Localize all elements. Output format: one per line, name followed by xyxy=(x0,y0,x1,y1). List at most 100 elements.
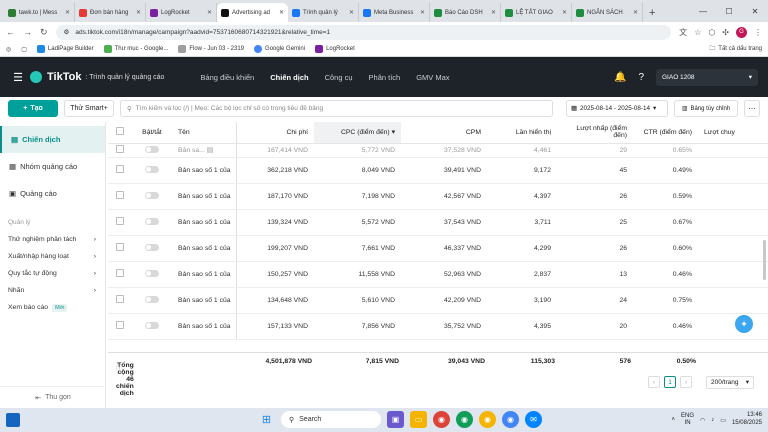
tray-chevron-icon[interactable]: ˄ xyxy=(672,417,676,423)
profile-avatar[interactable]: G xyxy=(736,26,747,38)
new-tab-icon[interactable]: + xyxy=(643,3,661,22)
forward-icon[interactable]: → xyxy=(23,27,32,37)
row-name[interactable]: Bản sao số 1 của xyxy=(172,235,237,262)
browser-tab[interactable]: tawk.to | Mess ✕ xyxy=(4,3,75,22)
url-field[interactable]: ⚙ ads.tiktok.com/i18n/manage/campaign?aa… xyxy=(55,24,672,40)
tab-close-icon[interactable]: ✕ xyxy=(207,9,212,16)
messenger-icon[interactable]: ✉ xyxy=(525,411,542,428)
bookmark-flow[interactable]: Flow - Jun 03 - 2319 xyxy=(178,45,244,53)
tab-close-icon[interactable]: ✕ xyxy=(65,9,70,16)
smart-plus-button[interactable]: Thử Smart+ xyxy=(64,100,114,117)
date-range-picker[interactable]: ▦ 2025-08-14 - 2025-08-14 ▾ xyxy=(566,100,668,117)
notification-bell-icon[interactable]: 🔔 xyxy=(614,72,626,83)
browser-tab[interactable]: Advertising ad ✕ xyxy=(217,3,288,22)
row-name[interactable]: Bản sao số 1 của xyxy=(172,313,237,340)
battery-icon[interactable]: ▭ xyxy=(720,417,726,424)
row-toggle[interactable] xyxy=(132,287,172,314)
table-row-partial[interactable]: Bản sa... ▤ 167,414 VND 5,772 VND 37,528… xyxy=(108,143,768,158)
header-impressions[interactable]: Lần hiển thị xyxy=(487,122,557,144)
back-icon[interactable]: ← xyxy=(6,27,15,37)
widgets-icon[interactable] xyxy=(6,413,20,427)
more-options-button[interactable]: ⋯ xyxy=(744,100,760,117)
tab-close-icon[interactable]: ✕ xyxy=(491,9,496,16)
row-checkbox[interactable] xyxy=(108,157,132,184)
file-explorer-icon[interactable]: ▭ xyxy=(410,411,427,428)
site-info-icon[interactable]: ⚙ xyxy=(64,28,70,36)
row-name[interactable]: Bản sao số 1 của xyxy=(172,261,237,288)
table-row[interactable]: Bản sao số 1 của 139,324 VND 5,572 VND 37,5… xyxy=(108,209,768,236)
chrome-profile3-icon[interactable]: ◉ xyxy=(502,411,519,428)
browser-tab[interactable]: Meta Business ✕ xyxy=(359,3,430,22)
tab-close-icon[interactable]: ✕ xyxy=(279,9,284,16)
row-toggle[interactable] xyxy=(132,183,172,210)
sidebar-item-campaign[interactable]: ▤ Chiến dịch xyxy=(0,126,105,153)
clock[interactable]: 13:46 15/08/2025 xyxy=(732,412,762,428)
task-view-icon[interactable]: ▣ xyxy=(387,411,404,428)
row-toggle[interactable] xyxy=(132,157,172,184)
table-row[interactable]: Bản sao số 1 của 150,257 VND 11,558 VND 52,… xyxy=(108,261,768,288)
row-name[interactable]: Bản sao số 1 của xyxy=(172,183,237,210)
bookmark-misc-icon[interactable]: ▢ xyxy=(21,46,27,53)
create-button[interactable]: + Tạo xyxy=(8,100,58,117)
header-clicks[interactable]: Lượt nhấp (điểm đến) xyxy=(557,122,633,144)
account-selector[interactable]: GIAO 1208 ▾ xyxy=(656,68,758,86)
row-name[interactable]: Bản sao số 1 của xyxy=(172,209,237,236)
browser-tab[interactable]: Báo Cáo DSH ✕ xyxy=(430,3,501,22)
nav-tools[interactable]: Công cụ xyxy=(317,57,361,97)
row-checkbox[interactable] xyxy=(108,209,132,236)
bookmark-logrocket[interactable]: LogRocket xyxy=(315,45,355,53)
row-name[interactable]: Bản sa... ▤ xyxy=(172,143,237,158)
table-row[interactable]: Bản sao số 1 của 199,207 VND 7,661 VND 46,3… xyxy=(108,235,768,262)
table-row[interactable]: Bản sao số 1 của 157,133 VND 7,856 VND 35,7… xyxy=(108,313,768,340)
menu-icon[interactable]: ☰ xyxy=(10,69,26,85)
table-row[interactable]: Bản sao số 1 của 362,218 VND 8,049 VND 39,4… xyxy=(108,157,768,184)
browser-tab[interactable]: LogRocket ✕ xyxy=(146,3,217,22)
current-page[interactable]: 1 xyxy=(664,376,676,388)
customize-columns-button[interactable]: ▥ Bảng tùy chỉnh xyxy=(674,100,738,117)
row-toggle[interactable] xyxy=(132,313,172,340)
sidebar-link-bulk-import[interactable]: Xuất/nhập hàng loạt › xyxy=(0,248,105,265)
row-checkbox[interactable] xyxy=(108,287,132,314)
browser-menu-icon[interactable]: ⋮ xyxy=(754,28,762,37)
bookmark-folder[interactable]: Thư mục - Google... xyxy=(103,45,168,53)
select-all-checkbox[interactable] xyxy=(108,122,132,144)
assistant-float-button[interactable]: ✦ xyxy=(735,315,753,333)
collapse-button[interactable]: ⇤ Thu gọn xyxy=(0,386,106,408)
sidebar-item-ads[interactable]: ▣ Quảng cáo xyxy=(0,180,105,207)
sidebar-link-split-test[interactable]: Thử nghiệm phân tách › xyxy=(0,231,105,248)
header-ctr[interactable]: CTR (điểm đến) xyxy=(633,122,698,144)
browser-tab[interactable]: LỆ TẤT GIAO ✕ xyxy=(501,3,572,22)
tab-close-icon[interactable]: ✕ xyxy=(349,9,354,16)
tab-close-icon[interactable]: ✕ xyxy=(420,9,425,16)
nav-gmv-max[interactable]: GMV Max xyxy=(408,57,457,97)
next-page-button[interactable]: › xyxy=(680,376,692,388)
bookmark-gemini[interactable]: Google Gemini xyxy=(254,45,305,53)
search-input[interactable]: ⚲ Tìm kiếm và lọc (/) | Mẹo: Các bộ lọc c… xyxy=(120,100,553,117)
header-toggle[interactable]: Bật/tắt xyxy=(132,122,172,144)
header-spend[interactable]: Chi phí xyxy=(236,122,314,144)
help-icon[interactable]: ? xyxy=(638,72,644,83)
header-cpm[interactable]: CPM xyxy=(401,122,487,144)
extension-icon[interactable]: ⬡ xyxy=(708,28,715,37)
header-cpc[interactable]: CPC (điểm đến) ▾ xyxy=(314,122,401,144)
header-conversions[interactable]: Lượt chuy xyxy=(698,122,768,144)
nav-analytics[interactable]: Phân tích xyxy=(361,57,409,97)
volume-icon[interactable]: ♪ xyxy=(711,417,714,423)
browser-tab[interactable]: NGÂN SÁCH ✕ xyxy=(572,3,643,22)
sidebar-link-reports[interactable]: Xem báo cáo Mới xyxy=(0,299,105,316)
per-page-select[interactable]: 200/trang ▾ xyxy=(706,375,754,389)
row-toggle[interactable] xyxy=(132,261,172,288)
wifi-icon[interactable]: ◠ xyxy=(700,417,705,424)
browser-tab[interactable]: Trình quản lý ✕ xyxy=(288,3,359,22)
apps-icon[interactable]: ◎ xyxy=(6,46,11,53)
chrome-profile-icon[interactable]: ◉ xyxy=(456,411,473,428)
chrome-icon[interactable]: ◉ xyxy=(433,411,450,428)
row-checkbox[interactable] xyxy=(108,183,132,210)
table-row[interactable]: Bản sao số 1 của 134,648 VND 5,610 VND 42,2… xyxy=(108,287,768,314)
chart-icon[interactable]: ▤ xyxy=(207,147,213,154)
row-toggle[interactable] xyxy=(132,235,172,262)
vertical-scrollbar[interactable] xyxy=(763,240,766,280)
taskbar-search[interactable]: ⚲ Search xyxy=(281,411,381,428)
row-checkbox[interactable] xyxy=(108,261,132,288)
row-toggle[interactable] xyxy=(132,209,172,236)
